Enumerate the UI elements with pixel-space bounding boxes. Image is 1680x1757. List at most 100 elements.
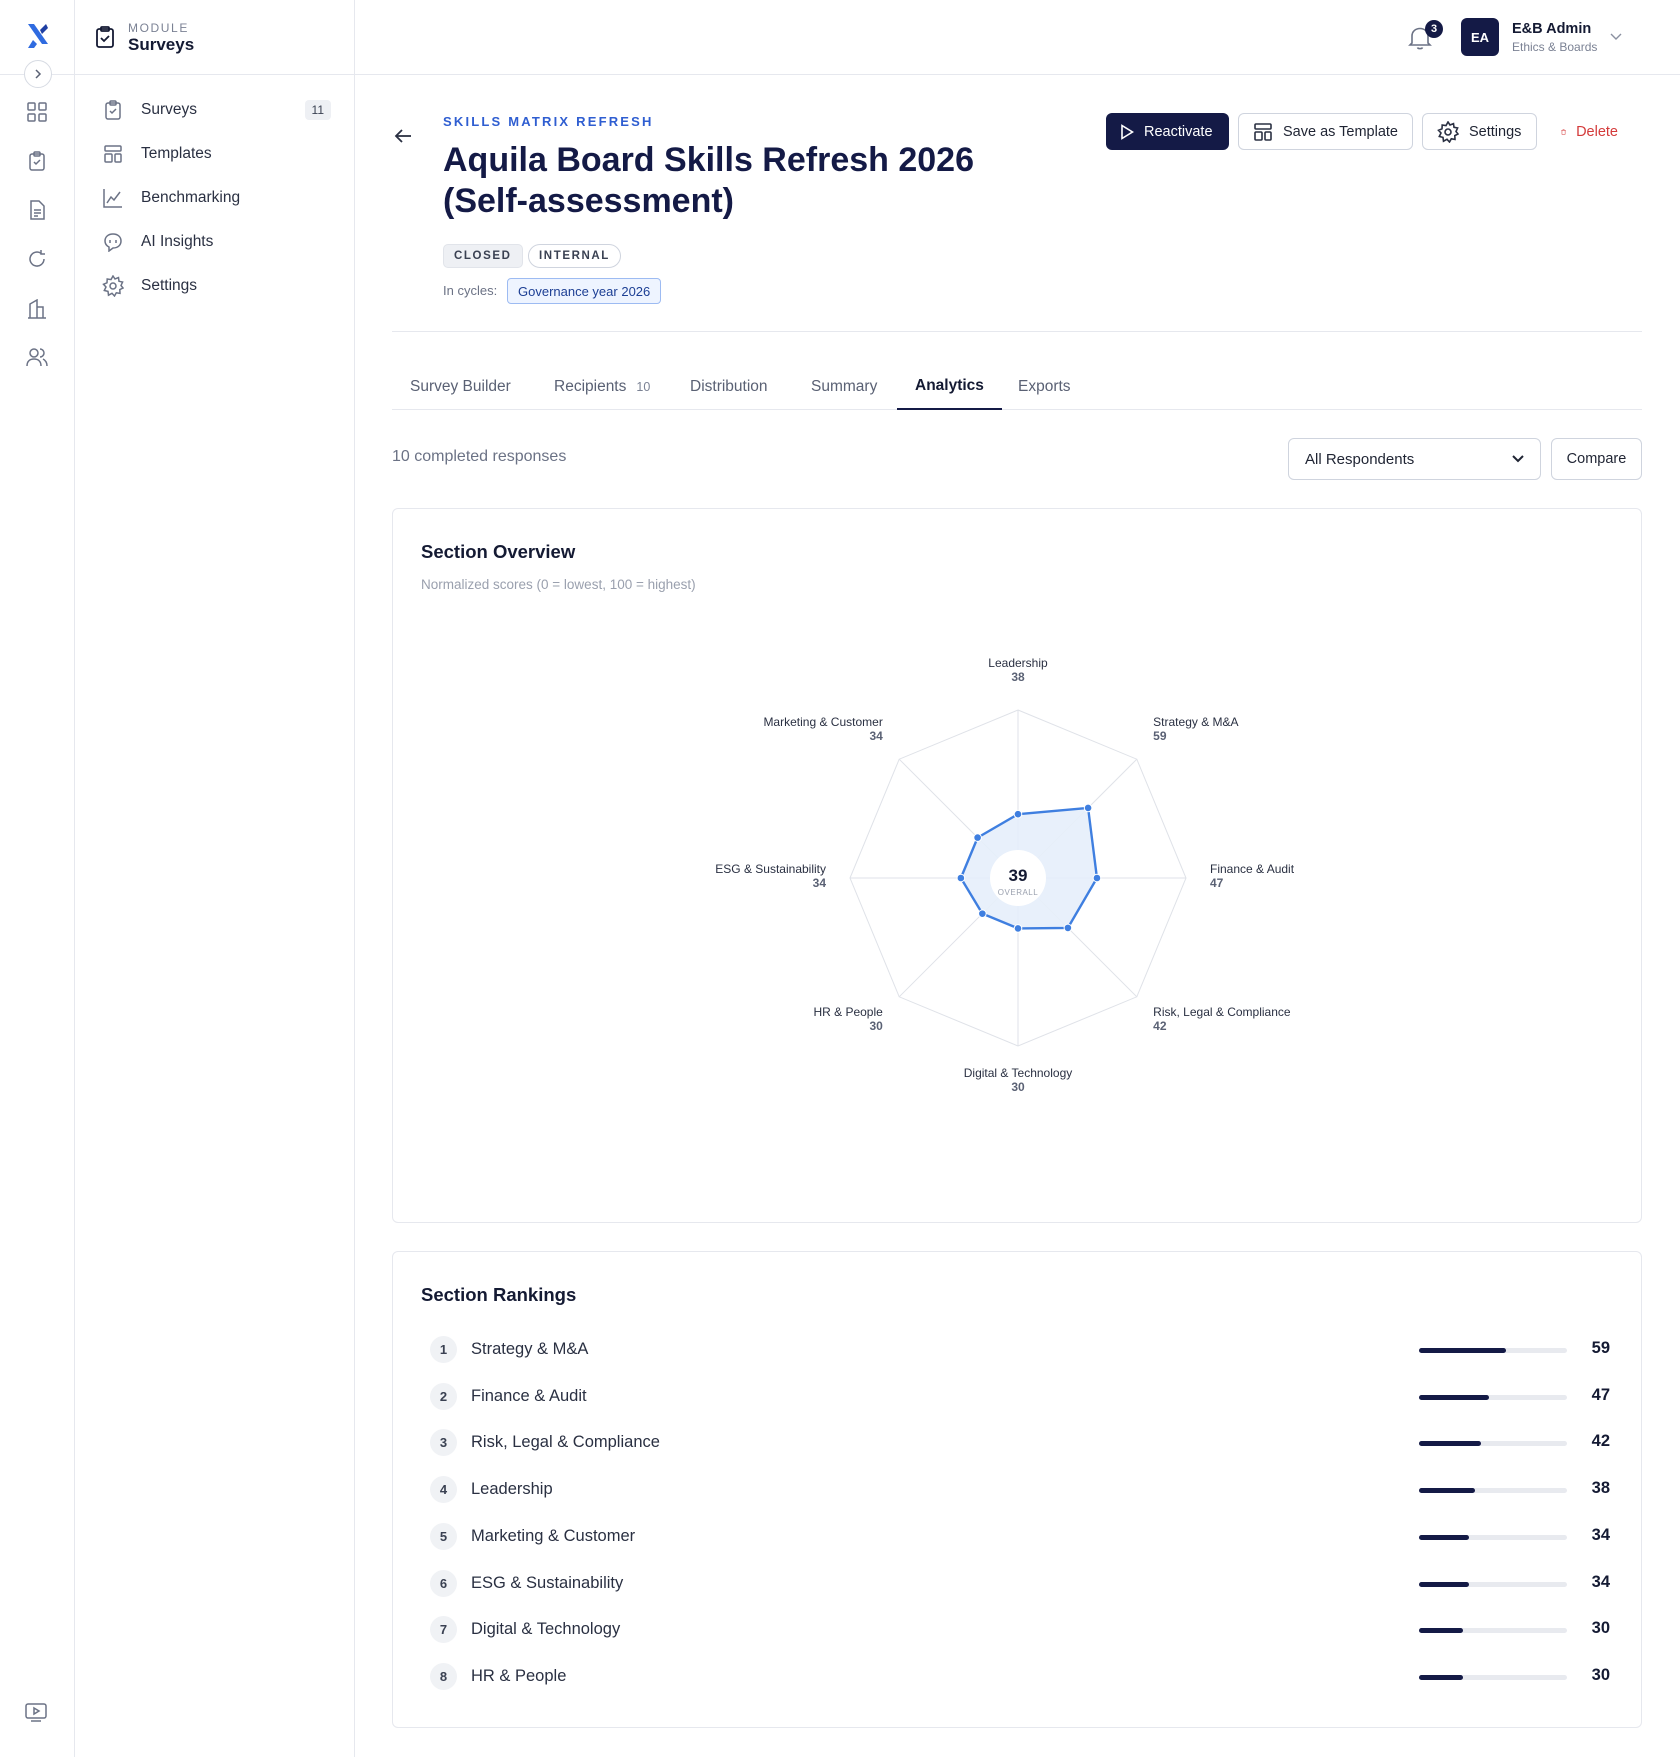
rank-number: 7 — [430, 1616, 457, 1644]
radar-point[interactable] — [1092, 873, 1102, 883]
notification-count: 3 — [1425, 20, 1443, 38]
template-icon — [1254, 122, 1272, 141]
module-label: MODULE — [128, 21, 189, 35]
radar-point[interactable] — [1013, 809, 1023, 819]
rank-section-name: Leadership — [471, 1480, 553, 1499]
rank-section-name: Digital & Technology — [471, 1620, 621, 1639]
rank-score-fill — [1419, 1348, 1507, 1353]
logo-icon[interactable] — [22, 20, 54, 52]
section-rankings-card: Section Rankings 1 Strategy & M&A 59 2 Finan… — [392, 1251, 1642, 1728]
trash-icon — [1561, 128, 1566, 135]
top-bar: 3 EA E&B Admin Ethics & Boards — [355, 0, 1680, 75]
radar-value-label: 59 — [1153, 729, 1167, 743]
rank-score-value: 30 — [1591, 1665, 1610, 1684]
back-arrow-icon[interactable] — [392, 125, 414, 147]
tab-survey-builder[interactable]: Survey Builder — [392, 364, 529, 410]
tab-recipients[interactable]: Recipients 10 — [536, 364, 668, 410]
rank-section-name: Strategy & M&A — [471, 1340, 589, 1358]
tab-label: Analytics — [915, 377, 984, 394]
tab-exports[interactable]: Exports — [1000, 364, 1089, 410]
sidebar-item-ai-insights[interactable]: AI Insights — [101, 226, 331, 258]
rail-divider — [52, 74, 75, 75]
rank-score-value: 59 — [1591, 1339, 1610, 1357]
rank-score-bar — [1419, 1581, 1567, 1587]
radar-point[interactable] — [1063, 923, 1073, 933]
rank-number: 5 — [430, 1522, 457, 1550]
card-title: Section Rankings — [421, 1284, 577, 1305]
rank-score-bar — [1419, 1534, 1567, 1540]
chevron-right-icon — [35, 69, 42, 79]
ranking-row: 3 Risk, Legal & Compliance 42 — [430, 1427, 1610, 1457]
notifications-button[interactable]: 3 — [1408, 20, 1443, 52]
page-title: Aquila Board Skills Refresh 2026 (Self-a… — [443, 141, 974, 220]
cycles-label: In cycles: — [443, 283, 498, 298]
radar-value-label: 47 — [1210, 876, 1224, 890]
settings-button[interactable]: Settings — [1422, 113, 1537, 150]
sidebar-item-benchmarking[interactable]: Benchmarking — [101, 182, 331, 214]
radar-point[interactable] — [956, 873, 966, 883]
compare-button[interactable]: Compare — [1551, 438, 1642, 480]
rank-score-fill — [1419, 1674, 1464, 1680]
rank-score-fill — [1419, 1581, 1470, 1587]
sidebar-item-label: Templates — [141, 145, 212, 162]
refresh-icon[interactable] — [24, 246, 50, 272]
radar-axis-label: Finance & Audit — [1210, 862, 1295, 876]
overall-score-value: 39 — [1009, 866, 1028, 885]
rank-number: 3 — [430, 1429, 457, 1457]
radar-axis-label: Digital & Technology — [964, 1066, 1073, 1080]
radar-axis-label: ESG & Sustainability — [715, 862, 826, 876]
radar-point[interactable] — [1013, 924, 1023, 933]
rank-score-value: 38 — [1591, 1479, 1610, 1498]
rank-number: 8 — [430, 1662, 457, 1690]
radar-point[interactable] — [978, 909, 987, 918]
radar-axis-label: Risk, Legal & Compliance — [1153, 1005, 1291, 1019]
chevron-down-icon[interactable] — [1610, 28, 1622, 46]
tab-distribution[interactable]: Distribution — [672, 364, 786, 410]
tab-analytics[interactable]: Analytics — [897, 364, 1002, 410]
ranking-row: 2 Finance & Audit 47 — [430, 1381, 1610, 1411]
rank-score-fill — [1419, 1394, 1489, 1400]
clipboard-icon[interactable] — [24, 148, 50, 174]
document-icon[interactable] — [24, 197, 50, 223]
clipboard-icon — [101, 98, 125, 122]
rank-score-fill — [1419, 1441, 1482, 1447]
ranking-row: 4 Leadership 38 — [430, 1474, 1610, 1504]
radar-axis-label: Leadership — [988, 656, 1048, 670]
tab-label: Recipients — [554, 378, 627, 395]
gear-icon — [101, 274, 125, 298]
module-header: MODULE Surveys — [75, 0, 355, 75]
building-icon[interactable] — [24, 296, 50, 322]
sidebar-item-label: Benchmarking — [141, 189, 241, 206]
rank-section-name: HR & People — [471, 1666, 567, 1685]
delete-button[interactable]: Delete — [1547, 113, 1632, 150]
rank-score-bar — [1419, 1441, 1567, 1447]
module-title: Surveys — [128, 35, 195, 54]
sidebar-item-surveys[interactable]: Surveys 11 — [101, 94, 331, 126]
rank-score-value: 34 — [1591, 1525, 1610, 1544]
template-icon — [101, 142, 125, 166]
rank-score-bar — [1419, 1674, 1567, 1680]
sidebar-item-settings[interactable]: Settings — [101, 270, 331, 302]
avatar[interactable]: EA — [1461, 18, 1499, 56]
radar-value-label: 38 — [1011, 670, 1025, 684]
radar-point[interactable] — [973, 833, 982, 842]
sidebar-item-templates[interactable]: Templates — [101, 138, 331, 170]
user-name[interactable]: E&B Admin — [1512, 21, 1591, 37]
rank-score-value: 42 — [1591, 1432, 1610, 1451]
users-icon[interactable] — [24, 344, 50, 370]
radar-point[interactable] — [1083, 803, 1093, 813]
chevron-down-icon — [1512, 455, 1524, 463]
tab-label: Distribution — [690, 378, 768, 395]
respondent-filter-select[interactable]: All Respondents — [1288, 438, 1541, 480]
grid-icon[interactable] — [24, 99, 50, 125]
tab-summary[interactable]: Summary — [793, 364, 895, 410]
rank-score-fill — [1419, 1534, 1470, 1540]
expand-sidebar-button[interactable] — [24, 60, 52, 88]
ranking-row: 6 ESG & Sustainability 34 — [430, 1568, 1610, 1598]
rank-number: 6 — [430, 1569, 457, 1597]
cycle-chip[interactable]: Governance year 2026 — [507, 278, 662, 304]
video-icon[interactable] — [24, 1701, 50, 1727]
chart-icon — [101, 186, 125, 210]
save-as-template-button[interactable]: Save as Template — [1238, 113, 1413, 150]
reactivate-button[interactable]: Reactivate — [1106, 113, 1229, 150]
